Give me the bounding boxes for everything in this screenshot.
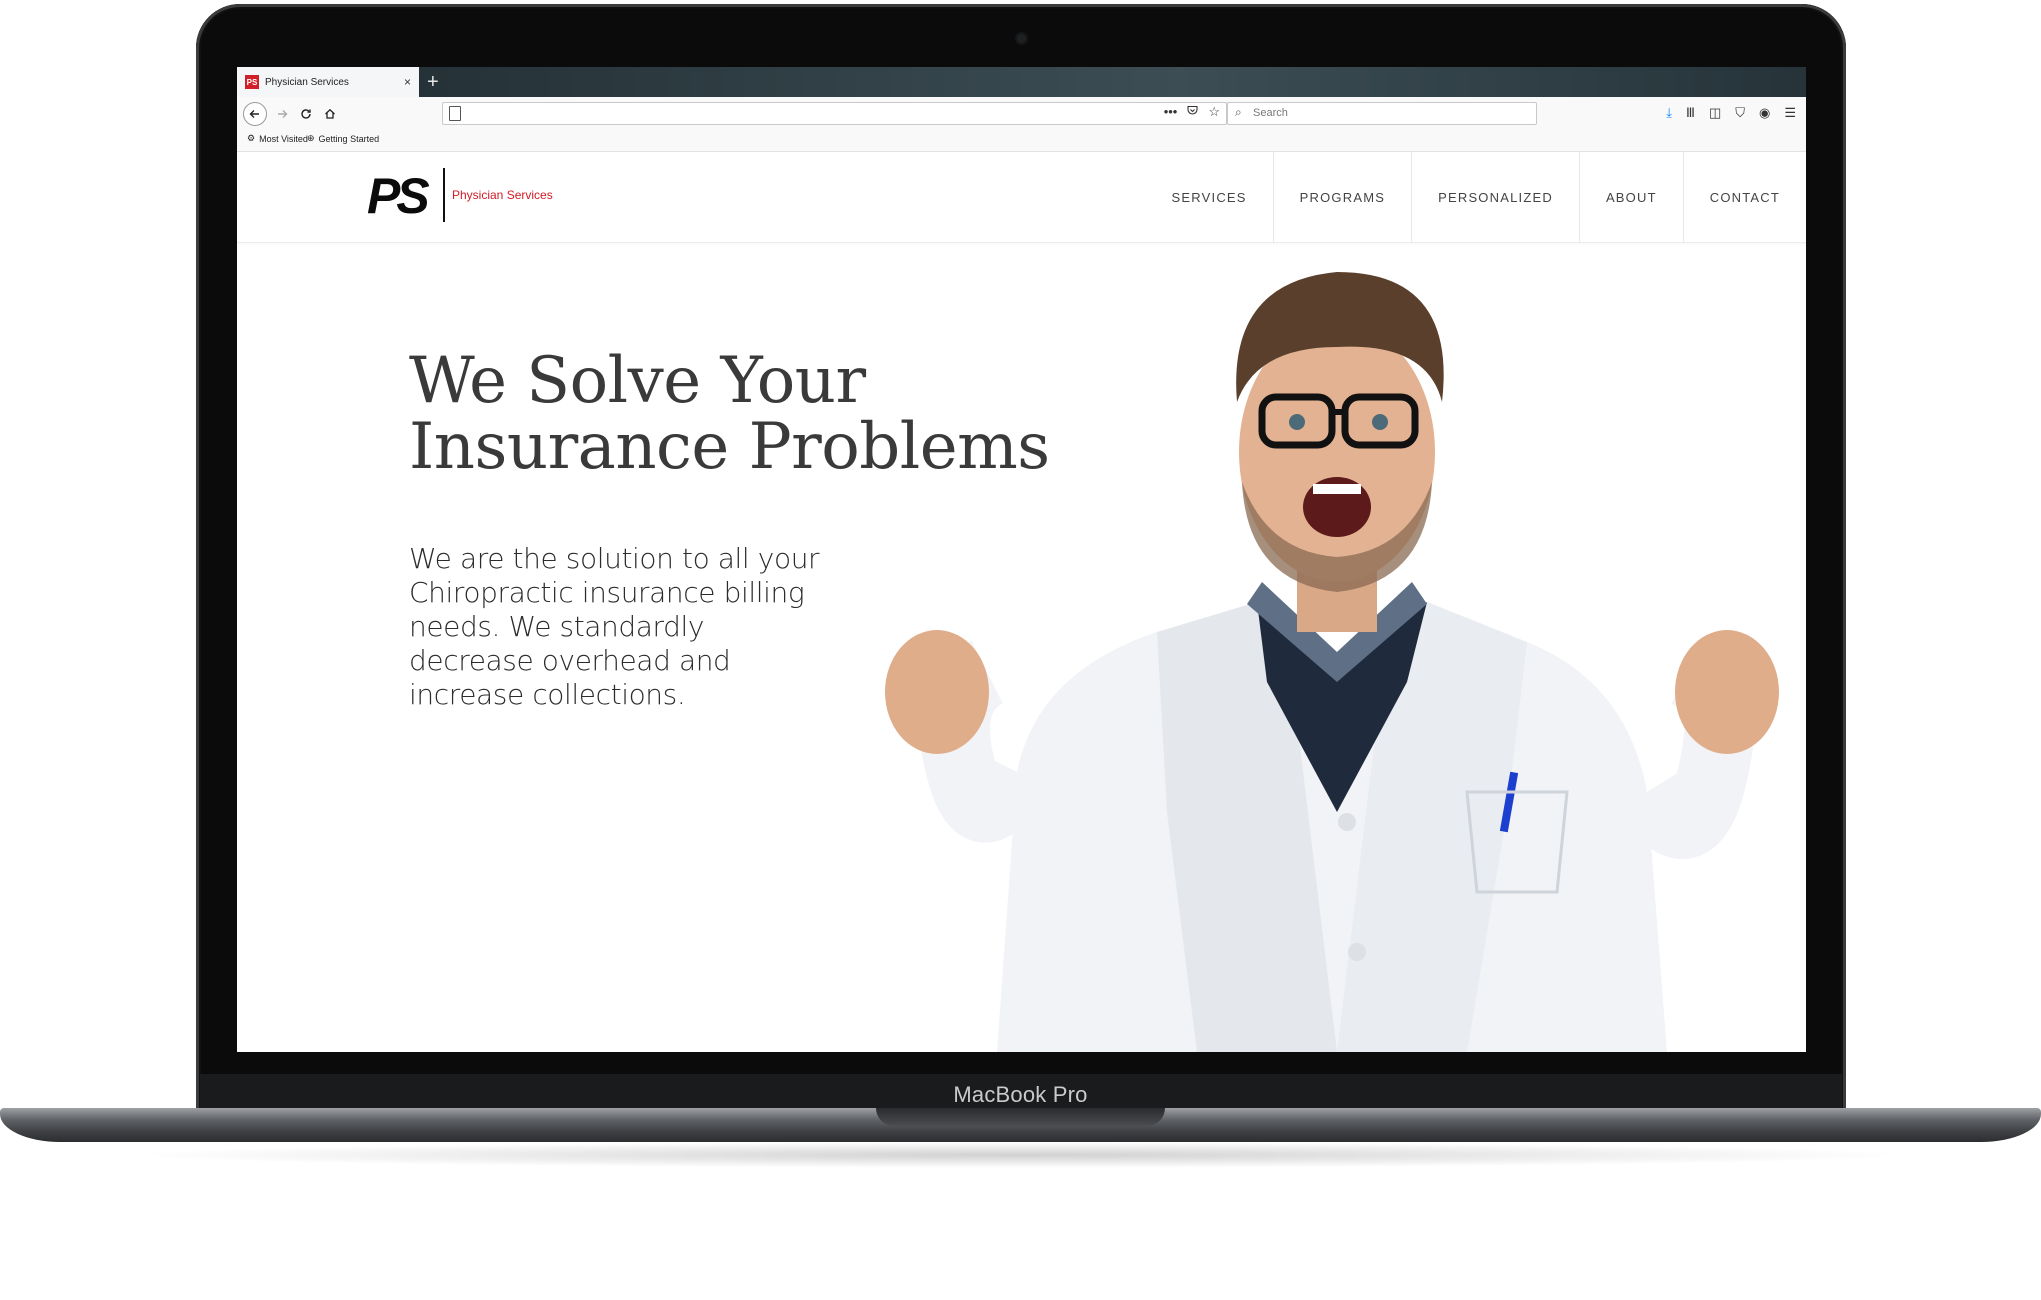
- globe-icon: ⊕: [307, 133, 315, 143]
- page-actions-icon[interactable]: •••: [1164, 104, 1178, 120]
- bookmark-label: Getting Started: [318, 133, 380, 144]
- bookmark-label: Most Visited: [259, 133, 308, 144]
- headline-line-1: We Solve Your: [409, 344, 866, 418]
- nav-about[interactable]: ABOUT: [1578, 152, 1683, 242]
- logo-divider: [443, 168, 445, 222]
- pocket-icon[interactable]: [1187, 104, 1198, 120]
- library-icon[interactable]: Ⅲ: [1686, 105, 1695, 121]
- tab-title: Physician Services: [265, 76, 349, 88]
- menu-icon[interactable]: ☰: [1784, 105, 1796, 121]
- laptop-shadow: [120, 1142, 1920, 1168]
- screen: PS Physician Services × + ••• ☆ ⌕ Search…: [237, 67, 1806, 1052]
- url-bar[interactable]: ••• ☆: [442, 102, 1227, 125]
- star-icon[interactable]: ☆: [1208, 104, 1220, 120]
- account-icon[interactable]: ◉: [1759, 105, 1770, 121]
- tab-strip: PS Physician Services × +: [237, 67, 1806, 97]
- bookmark-getting-started[interactable]: ⊕ Getting Started: [307, 133, 379, 144]
- search-icon: ⌕: [1235, 105, 1242, 119]
- sidebar-icon[interactable]: ◫: [1709, 105, 1721, 121]
- camera-dot: [1017, 34, 1026, 43]
- site-header: PS Physician Services SERVICES PROGRAMS …: [237, 152, 1806, 243]
- hero-subtext: We are the solution to all your Chiropra…: [409, 542, 820, 711]
- nav-personalized[interactable]: PERSONALIZED: [1411, 152, 1579, 242]
- download-icon[interactable]: ⤓: [1666, 105, 1672, 121]
- gear-icon: ⚙: [247, 133, 256, 143]
- bookmark-most-visited[interactable]: ⚙ Most Visited: [247, 133, 308, 144]
- search-bar[interactable]: ⌕ Search: [1227, 102, 1537, 125]
- reload-icon[interactable]: [295, 103, 317, 125]
- close-tab-icon[interactable]: ×: [404, 75, 411, 89]
- web-page: PS Physician Services SERVICES PROGRAMS …: [237, 152, 1806, 1052]
- logo-text[interactable]: Physician Services: [452, 188, 553, 202]
- nav-programs[interactable]: PROGRAMS: [1272, 152, 1411, 242]
- nav-services[interactable]: SERVICES: [1146, 152, 1273, 242]
- new-tab-icon[interactable]: +: [427, 70, 439, 94]
- search-placeholder: Search: [1253, 107, 1288, 119]
- page-icon: [449, 106, 461, 121]
- back-arrow-icon[interactable]: [243, 102, 267, 126]
- shield-icon[interactable]: ⛉: [1735, 105, 1745, 121]
- main-menu: SERVICES PROGRAMS PERSONALIZED ABOUT CON…: [1146, 152, 1806, 242]
- favicon-icon: PS: [245, 75, 259, 89]
- laptop-notch: [876, 1108, 1165, 1126]
- forward-arrow-icon[interactable]: [271, 103, 293, 125]
- navigation-toolbar: ••• ☆ ⌕ Search ⤓ Ⅲ ◫ ⛉ ◉ ☰: [237, 97, 1806, 129]
- doctor-hero-image: [885, 272, 1779, 1052]
- browser-tab[interactable]: PS Physician Services ×: [237, 67, 419, 97]
- bookmarks-bar: ⚙ Most Visited ⊕ Getting Started: [237, 129, 1806, 152]
- home-icon[interactable]: [319, 103, 341, 125]
- nav-contact[interactable]: CONTACT: [1682, 152, 1806, 242]
- logo-mark[interactable]: PS: [367, 171, 430, 221]
